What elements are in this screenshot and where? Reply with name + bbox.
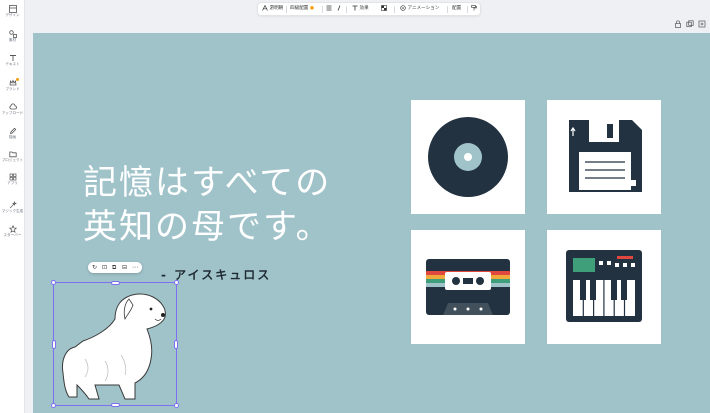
lock-icon[interactable]: [674, 20, 682, 28]
rail-label: テキスト: [5, 62, 20, 66]
more-icon[interactable]: ⋯: [132, 263, 138, 272]
apps-icon: [9, 173, 16, 181]
text-format-toolbar: 游明朝 四級配置 ● 効果 アニメーション 配置: [257, 2, 481, 16]
rail-item-brand[interactable]: ブランド: [0, 78, 25, 100]
font-family-label: 游明朝: [269, 6, 284, 11]
rotate-icon[interactable]: ↻: [92, 263, 97, 272]
paint-roller-icon: [471, 4, 477, 10]
rail-item-uploads[interactable]: アップロード: [0, 102, 25, 124]
delete-icon[interactable]: ⊟: [122, 263, 127, 272]
paint-format-button[interactable]: [471, 3, 477, 15]
rail-label: デザイン: [5, 13, 20, 17]
pen-icon: [9, 127, 16, 135]
star-icon: [8, 225, 17, 233]
font-size-label: 四級配置: [290, 6, 309, 11]
toolbar-divider: [394, 6, 395, 13]
folder-icon: [8, 151, 17, 158]
quote-text[interactable]: 記憶はすべての 英知の母です。: [83, 161, 383, 249]
quote-line: 英知の母です。: [83, 207, 332, 247]
shapes-icon: [8, 30, 17, 38]
resize-handle-bottom[interactable]: [111, 403, 120, 407]
quote-line: 記憶はすべての: [83, 163, 332, 203]
rail-label: アプリ: [7, 181, 18, 185]
effects-label: 効果: [359, 6, 369, 11]
synth-card[interactable]: [547, 230, 661, 344]
rail-item-starred[interactable]: スターバー: [0, 224, 25, 246]
rail-label: ブランド: [5, 87, 20, 91]
side-tool-rail: デザイン 素材 テキスト ブランド アップロード 描画 プロジェクト アプリ マ…: [0, 0, 25, 413]
lock-small-icon[interactable]: ⊡: [102, 263, 107, 272]
cassette-tape-icon: [426, 259, 510, 315]
rail-item-draw[interactable]: 描画: [0, 126, 25, 148]
italic-button[interactable]: [336, 3, 342, 15]
animate-label: アニメーション: [407, 6, 440, 11]
copy-icon[interactable]: ⧉: [112, 263, 116, 272]
vinyl-card[interactable]: [411, 100, 525, 214]
toolbar-divider: [447, 6, 448, 13]
premium-dot-icon: ●: [309, 6, 314, 11]
toolbar-divider: [286, 6, 287, 13]
resize-handle-bottom-left[interactable]: [51, 403, 56, 408]
font-icon: [262, 4, 268, 11]
design-canvas[interactable]: 記憶はすべての 英知の母です。 - アイスキュロス ↻ ⊡ ⧉ ⊟ ⋯: [33, 33, 710, 413]
font-family-button[interactable]: 游明朝: [262, 3, 283, 15]
rail-item-elements[interactable]: 素材: [0, 29, 25, 51]
checker-icon: [381, 4, 387, 11]
rail-label: プロジェクト: [1, 158, 24, 162]
rail-item-text[interactable]: テキスト: [0, 53, 25, 75]
resize-handle-left[interactable]: [52, 340, 56, 349]
rail-item-apps[interactable]: アプリ: [0, 172, 25, 194]
vinyl-record-icon: [428, 117, 508, 197]
effects-button[interactable]: 効果: [352, 3, 369, 15]
rail-label: マジック生成: [1, 209, 24, 213]
duplicate-icon[interactable]: [686, 20, 694, 28]
position-label: 配置: [452, 6, 462, 11]
selection-frame[interactable]: [51, 280, 179, 408]
position-button[interactable]: 配置: [452, 3, 461, 15]
animate-button[interactable]: アニメーション: [400, 3, 439, 15]
rail-label: 描画: [8, 135, 17, 139]
notification-dot: [16, 78, 19, 81]
animate-icon: [400, 4, 406, 11]
magic-icon: [9, 201, 17, 209]
rail-label: アップロード: [1, 111, 24, 115]
font-size-button[interactable]: 四級配置 ●: [290, 3, 314, 15]
toolbar-divider: [346, 6, 347, 13]
resize-handle-top[interactable]: [111, 281, 120, 285]
resize-handle-top-left[interactable]: [51, 280, 56, 285]
transparency-button[interactable]: [381, 3, 387, 15]
toolbar-divider: [467, 6, 468, 13]
rail-label: スターバー: [3, 233, 22, 237]
resize-handle-right[interactable]: [174, 340, 178, 349]
rail-item-design[interactable]: デザイン: [0, 4, 25, 26]
resize-handle-bottom-right[interactable]: [174, 403, 179, 408]
editor-app: デザイン 素材 テキスト ブランド アップロード 描画 プロジェクト アプリ マ…: [0, 0, 710, 413]
rail-item-magic[interactable]: マジック生成: [0, 200, 25, 222]
text-icon: [9, 55, 16, 61]
add-page-icon[interactable]: [698, 20, 706, 28]
selection-toolbar: ↻ ⊡ ⧉ ⊟ ⋯: [88, 262, 142, 273]
rail-label: 素材: [8, 38, 17, 42]
cassette-card[interactable]: [411, 230, 525, 344]
toolbar-divider: [322, 6, 323, 13]
rail-item-projects[interactable]: プロジェクト: [0, 149, 25, 171]
layout-icon: [8, 5, 17, 13]
resize-handle-top-right[interactable]: [174, 280, 179, 285]
floppy-card[interactable]: [547, 100, 661, 214]
align-icon: [326, 5, 332, 10]
align-button[interactable]: [326, 3, 332, 15]
synthesizer-icon: [566, 250, 642, 322]
italic-slash-icon: [337, 4, 341, 11]
cloud-upload-icon: [8, 103, 17, 110]
floppy-disk-icon: [569, 120, 642, 192]
spacing-icon: [352, 5, 358, 10]
